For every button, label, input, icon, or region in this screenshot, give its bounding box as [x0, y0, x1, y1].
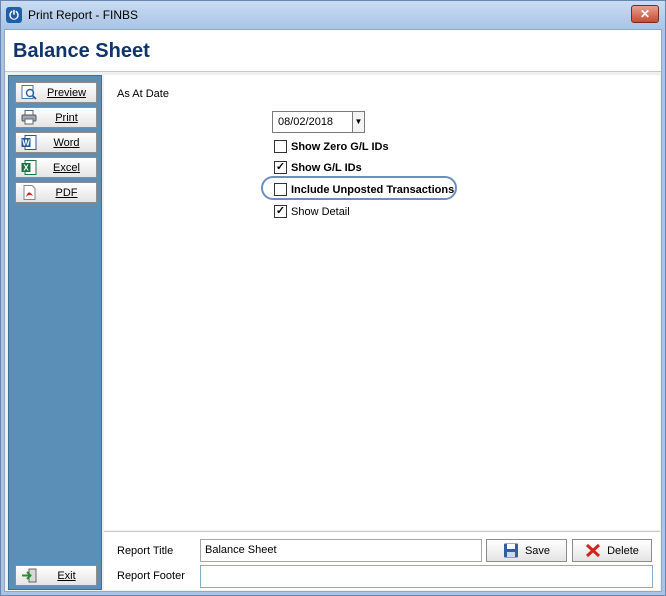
word-icon: W — [21, 135, 37, 150]
save-label: Save — [524, 544, 551, 557]
delete-x-icon — [586, 543, 601, 558]
delete-label: Delete — [607, 544, 639, 557]
svg-text:X: X — [23, 164, 29, 173]
as-at-date-label: As At Date — [117, 88, 169, 100]
report-settings-panel: Report Title Balance Sheet Save Delete R… — [104, 531, 660, 590]
word-button[interactable]: W Word — [15, 132, 97, 153]
sidebar: Preview Print W Word X Excel PDF Exit — [8, 75, 102, 590]
pdf-label: PDF — [55, 186, 78, 199]
pdf-button[interactable]: PDF — [15, 182, 97, 203]
report-window: ⏻ Print Report - FINBS ✕ Balance Sheet P… — [0, 0, 666, 596]
title-bar: ⏻ Print Report - FINBS ✕ — [1, 1, 665, 29]
as-at-date-input[interactable]: 08/02/2018 — [272, 111, 353, 133]
exit-label: Exit — [57, 569, 76, 582]
window-title: Print Report - FINBS — [28, 8, 139, 22]
svg-text:W: W — [22, 139, 30, 148]
preview-button[interactable]: Preview — [15, 82, 97, 103]
preview-icon — [21, 85, 37, 100]
options-panel: As At Date 08/02/2018 ▼ Show Zero G/L ID… — [104, 75, 660, 530]
close-button[interactable]: ✕ — [631, 5, 659, 23]
floppy-disk-icon — [503, 543, 518, 558]
excel-label: Excel — [53, 161, 80, 174]
include-unposted-checkbox[interactable] — [274, 183, 287, 196]
printer-icon — [21, 110, 37, 125]
report-footer-label: Report Footer — [117, 570, 185, 582]
report-footer-input[interactable] — [200, 565, 653, 588]
show-detail-label: Show Detail — [291, 205, 350, 218]
excel-button[interactable]: X Excel — [15, 157, 97, 178]
preview-label: Preview — [46, 86, 87, 99]
include-unposted-label: Include Unposted Transactions — [291, 183, 455, 196]
report-title-input[interactable]: Balance Sheet — [200, 539, 482, 562]
pdf-icon — [23, 185, 36, 200]
date-dropdown-button[interactable]: ▼ — [353, 111, 365, 133]
exit-icon — [22, 568, 37, 583]
page-header: Balance Sheet — [5, 30, 661, 72]
save-button[interactable]: Save — [486, 539, 567, 562]
show-gl-ids-checkbox[interactable]: ✓ — [274, 161, 287, 174]
exit-button[interactable]: Exit — [15, 565, 97, 586]
include-unposted-option[interactable]: Include Unposted Transactions — [274, 183, 454, 196]
print-button[interactable]: Print — [15, 107, 97, 128]
show-detail-option[interactable]: ✓ Show Detail — [274, 205, 350, 218]
power-icon: ⏻ — [6, 7, 22, 23]
show-zero-gl-ids-option[interactable]: Show Zero G/L IDs — [274, 140, 389, 153]
delete-button[interactable]: Delete — [572, 539, 652, 562]
show-gl-ids-option[interactable]: ✓ Show G/L IDs — [274, 161, 362, 174]
page-title: Balance Sheet — [13, 40, 150, 62]
show-detail-checkbox[interactable]: ✓ — [274, 205, 287, 218]
client-area: Balance Sheet Preview Print W Word X Exc… — [4, 29, 662, 592]
excel-icon: X — [21, 160, 37, 175]
show-zero-gl-ids-checkbox[interactable] — [274, 140, 287, 153]
report-title-label: Report Title — [117, 545, 174, 557]
chevron-down-icon: ▼ — [354, 117, 363, 126]
word-label: Word — [53, 136, 80, 149]
show-gl-ids-label: Show G/L IDs — [291, 161, 362, 174]
print-label: Print — [55, 111, 78, 124]
show-zero-gl-ids-label: Show Zero G/L IDs — [291, 140, 389, 153]
